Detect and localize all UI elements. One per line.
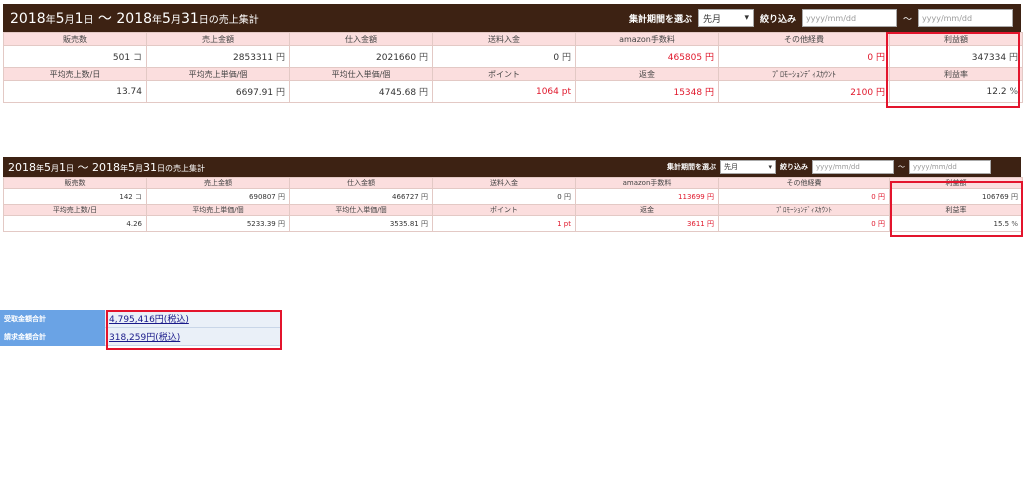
- label-cell: 平均仕入単価/個: [289, 204, 433, 216]
- value-cell: 0 円: [432, 188, 576, 205]
- date-from-input[interactable]: yyyy/mm/dd: [812, 160, 894, 174]
- value-cell: 501 コ: [3, 45, 147, 68]
- value-cell: 0 円: [718, 215, 890, 232]
- panel-title: 2018年5月1日 ～ 2018年5月31日の売上集計: [10, 11, 259, 27]
- label-cell: 仕入金額: [289, 177, 433, 189]
- value-cell: 465805 円: [575, 45, 719, 68]
- range-separator: ～: [902, 14, 912, 25]
- value-cell: 15.5 %: [889, 215, 1023, 232]
- label-cell: 平均売上単価/個: [146, 67, 290, 81]
- filter-label: 絞り込み: [780, 163, 808, 171]
- label-row: 平均売上数/日 平均売上単価/個 平均仕入単価/個 ポイント 返金 ﾌﾟﾛﾓｰｼ…: [3, 204, 1023, 216]
- value-cell: 15348 円: [575, 80, 719, 103]
- value-cell: 0 円: [718, 45, 890, 68]
- label-cell: 売上金額: [146, 32, 290, 46]
- label-cell: 返金: [575, 204, 719, 216]
- value-row: 142 コ 690807 円 466727 円 0 円 113699 円 0 円…: [3, 188, 1023, 205]
- value-cell: 347334 円: [889, 45, 1023, 68]
- label-cell: amazon手数料: [575, 177, 719, 189]
- value-row: 501 コ 2853311 円 2021660 円 0 円 465805 円 0…: [3, 45, 1023, 68]
- period-select[interactable]: 先月 ▾: [720, 160, 776, 174]
- value-cell: 0 円: [718, 188, 890, 205]
- value-cell: 1064 pt: [432, 80, 576, 103]
- value-cell: 1 pt: [432, 215, 576, 232]
- value-cell: 106769 円: [889, 188, 1023, 205]
- value-cell: 13.74: [3, 80, 147, 103]
- period-label: 集計期間を選ぶ: [667, 163, 716, 171]
- label-cell: 送料入金: [432, 32, 576, 46]
- value-cell: 3611 円: [575, 215, 719, 232]
- label-cell: 利益額: [889, 32, 1023, 46]
- summary-table: 販売数 売上金額 仕入金額 送料入金 amazon手数料 その他経費 利益額 5…: [3, 32, 1023, 103]
- panel-header: 2018年5月1日 ～ 2018年5月31日の売上集計 集計期間を選ぶ 先月 ▾…: [3, 157, 1021, 177]
- value-cell: 12.2 %: [889, 80, 1023, 103]
- label-cell: ﾌﾟﾛﾓｰｼｮﾝﾃﾞｨｽｶｳﾝﾄ: [718, 204, 890, 216]
- value-cell: 6697.91 円: [146, 80, 290, 103]
- period-label: 集計期間を選ぶ: [628, 14, 692, 25]
- value-cell: 4.26: [3, 215, 147, 232]
- value-cell: 113699 円: [575, 188, 719, 205]
- billed-total-link[interactable]: 318,259円(税込): [109, 330, 180, 343]
- filter-controls: 集計期間を選ぶ 先月 ▾ 絞り込み yyyy/mm/dd ～ yyyy/mm/d…: [629, 9, 1013, 27]
- range-separator: ～: [898, 163, 905, 171]
- label-row: 販売数 売上金額 仕入金額 送料入金 amazon手数料 その他経費 利益額: [3, 177, 1023, 189]
- sales-summary-panel: 2018年5月1日 ～ 2018年5月31日の売上集計 集計期間を選ぶ 先月 ▾…: [3, 157, 1023, 232]
- billed-total-row: 請求金額合計 318,259円(税込): [0, 328, 282, 346]
- totals-box: 受取金額合計 4,795,416円(税込) 請求金額合計 318,259円(税込…: [0, 310, 282, 346]
- label-cell: 利益率: [889, 204, 1023, 216]
- received-total-link[interactable]: 4,795,416円(税込): [109, 312, 189, 325]
- date-from-input[interactable]: yyyy/mm/dd: [801, 9, 897, 27]
- value-cell: 5233.39 円: [146, 215, 290, 232]
- label-cell: 販売数: [3, 177, 147, 189]
- chevron-down-icon: ▾: [768, 163, 772, 171]
- panel-header: 2018年5月1日 ～ 2018年5月31日の売上集計 集計期間を選ぶ 先月 ▾…: [3, 4, 1021, 32]
- value-cell: 2100 円: [718, 80, 890, 103]
- summary-table: 販売数 売上金額 仕入金額 送料入金 amazon手数料 その他経費 利益額 1…: [3, 177, 1023, 232]
- label-cell: ポイント: [432, 67, 576, 81]
- label-cell: 平均仕入単価/個: [289, 67, 433, 81]
- label-cell: その他経費: [718, 32, 890, 46]
- panel-title: 2018年5月1日 ～ 2018年5月31日の売上集計: [8, 161, 205, 174]
- date-to-input[interactable]: yyyy/mm/dd: [918, 9, 1013, 27]
- label-cell: ポイント: [432, 204, 576, 216]
- value-cell: 2853311 円: [146, 45, 290, 68]
- received-total-row: 受取金額合計 4,795,416円(税込): [0, 310, 282, 328]
- chevron-down-icon: ▾: [744, 13, 749, 23]
- label-cell: 利益率: [889, 67, 1023, 81]
- value-cell: 2021660 円: [289, 45, 433, 68]
- value-cell: 0 円: [432, 45, 576, 68]
- label-cell: 販売数: [3, 32, 147, 46]
- label-cell: 平均売上単価/個: [146, 204, 290, 216]
- label-row: 平均売上数/日 平均売上単価/個 平均仕入単価/個 ポイント 返金 ﾌﾟﾛﾓｰｼ…: [3, 67, 1023, 81]
- label-row: 販売数 売上金額 仕入金額 送料入金 amazon手数料 その他経費 利益額: [3, 32, 1023, 46]
- date-to-input[interactable]: yyyy/mm/dd: [909, 160, 991, 174]
- value-row: 13.74 6697.91 円 4745.68 円 1064 pt 15348 …: [3, 80, 1023, 103]
- value-cell: 3535.81 円: [289, 215, 433, 232]
- label-cell: その他経費: [718, 177, 890, 189]
- received-total-label: 受取金額合計: [0, 310, 105, 328]
- filter-label: 絞り込み: [759, 14, 796, 25]
- label-cell: 平均売上数/日: [3, 67, 147, 81]
- label-cell: 送料入金: [432, 177, 576, 189]
- value-cell: 466727 円: [289, 188, 433, 205]
- billed-total-label: 請求金額合計: [0, 328, 105, 346]
- label-cell: 平均売上数/日: [3, 204, 147, 216]
- label-cell: 利益額: [889, 177, 1023, 189]
- sales-summary-panel: 2018年5月1日 ～ 2018年5月31日の売上集計 集計期間を選ぶ 先月 ▾…: [3, 4, 1023, 103]
- value-cell: 142 コ: [3, 188, 147, 205]
- label-cell: ﾌﾟﾛﾓｰｼｮﾝﾃﾞｨｽｶｳﾝﾄ: [718, 67, 890, 81]
- period-select[interactable]: 先月 ▾: [697, 9, 754, 27]
- label-cell: amazon手数料: [575, 32, 719, 46]
- value-row: 4.26 5233.39 円 3535.81 円 1 pt 3611 円 0 円…: [3, 215, 1023, 232]
- label-cell: 売上金額: [146, 177, 290, 189]
- label-cell: 返金: [575, 67, 719, 81]
- label-cell: 仕入金額: [289, 32, 433, 46]
- value-cell: 4745.68 円: [289, 80, 433, 103]
- value-cell: 690807 円: [146, 188, 290, 205]
- filter-controls: 集計期間を選ぶ 先月 ▾ 絞り込み yyyy/mm/dd ～ yyyy/mm/d…: [667, 160, 991, 174]
